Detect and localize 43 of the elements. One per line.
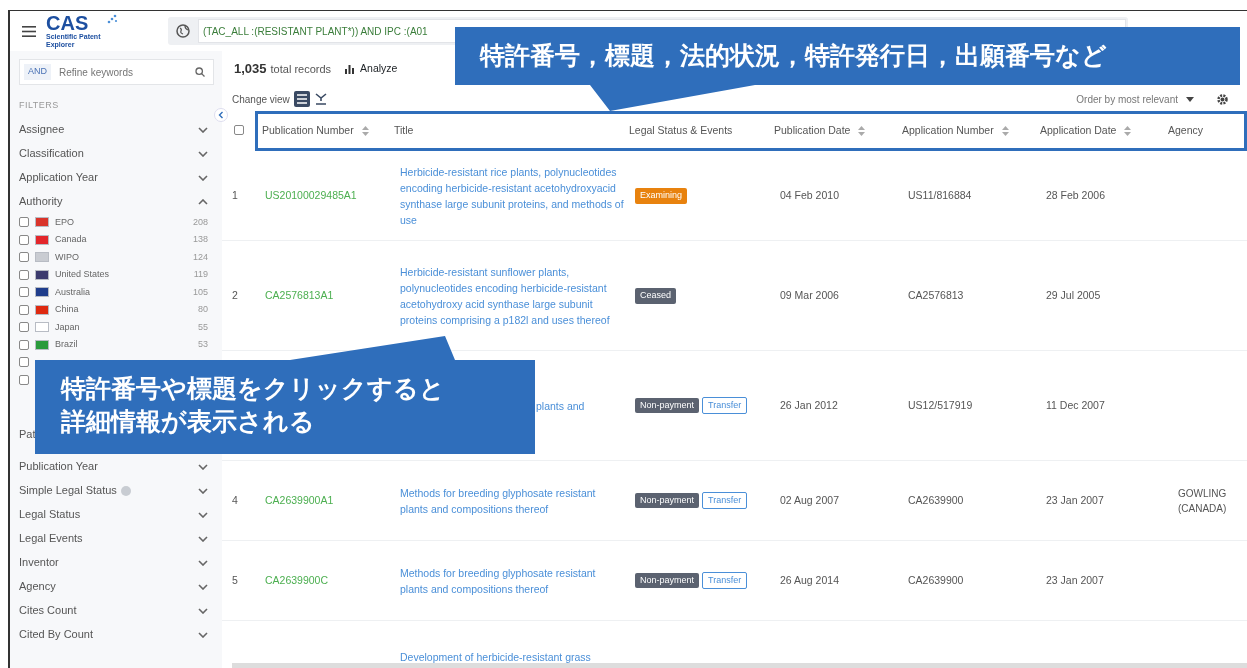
application-number: CA2639900: [908, 573, 964, 586]
option-count: 105: [192, 285, 208, 299]
publication-date: 09 Mar 2006: [780, 288, 839, 301]
publication-date: 26 Jan 2012: [780, 398, 838, 411]
application-date: 23 Jan 2007: [1046, 493, 1104, 506]
option-count: 138: [192, 233, 208, 246]
option-count: 124: [192, 250, 208, 264]
row-number: 2: [232, 288, 238, 301]
publication-date: 26 Aug 2014: [780, 573, 839, 586]
callout-text: 詳細情報が表示される: [61, 406, 315, 438]
option-count: 208: [192, 215, 208, 229]
application-number: CA2576813: [908, 288, 964, 301]
change-view-label: Change view: [232, 92, 290, 107]
application-date: 28 Feb 2006: [1046, 188, 1105, 201]
publication-date: 02 Aug 2007: [780, 493, 839, 506]
callout-text: 特許番号，標題，法的状況，特許発行日，出願番号など: [480, 40, 1107, 72]
option-count: 119: [193, 268, 208, 281]
records-label: total records: [270, 63, 332, 76]
event-tag: Transfer: [702, 491, 748, 510]
agency-name: GOWLING (CANADA): [1178, 486, 1228, 516]
row-number: 5: [232, 573, 238, 586]
application-number: US12/517919: [908, 398, 973, 411]
callout-text: 特許番号や標題をクリックすると: [61, 373, 445, 405]
option-count: 53: [198, 338, 208, 351]
filters-heading: FILTERS: [19, 99, 60, 112]
status-tag: Non-payment: [635, 572, 700, 589]
application-date: 23 Jan 2007: [1046, 573, 1104, 586]
application-date: 11 Dec 2007: [1046, 398, 1105, 411]
row-number: 1: [232, 188, 238, 201]
status-tag: Non-payment: [635, 492, 700, 509]
event-tag: Transfer: [702, 396, 748, 415]
application-number: US11/816884: [908, 188, 972, 201]
status-tag: Non-payment: [635, 397, 700, 414]
event-tag: Transfer: [702, 571, 748, 590]
option-count: 55: [198, 320, 208, 334]
application-date: 29 Jul 2005: [1046, 288, 1101, 301]
status-tag: Ceased: [635, 288, 677, 304]
publication-date: 04 Feb 2010: [780, 188, 839, 201]
status-tag: Examining: [635, 188, 688, 204]
application-number: CA2639900: [908, 493, 964, 506]
record-count: 1,035: [234, 61, 267, 77]
row-number: 4: [232, 493, 238, 506]
option-count: 80: [198, 303, 208, 316]
